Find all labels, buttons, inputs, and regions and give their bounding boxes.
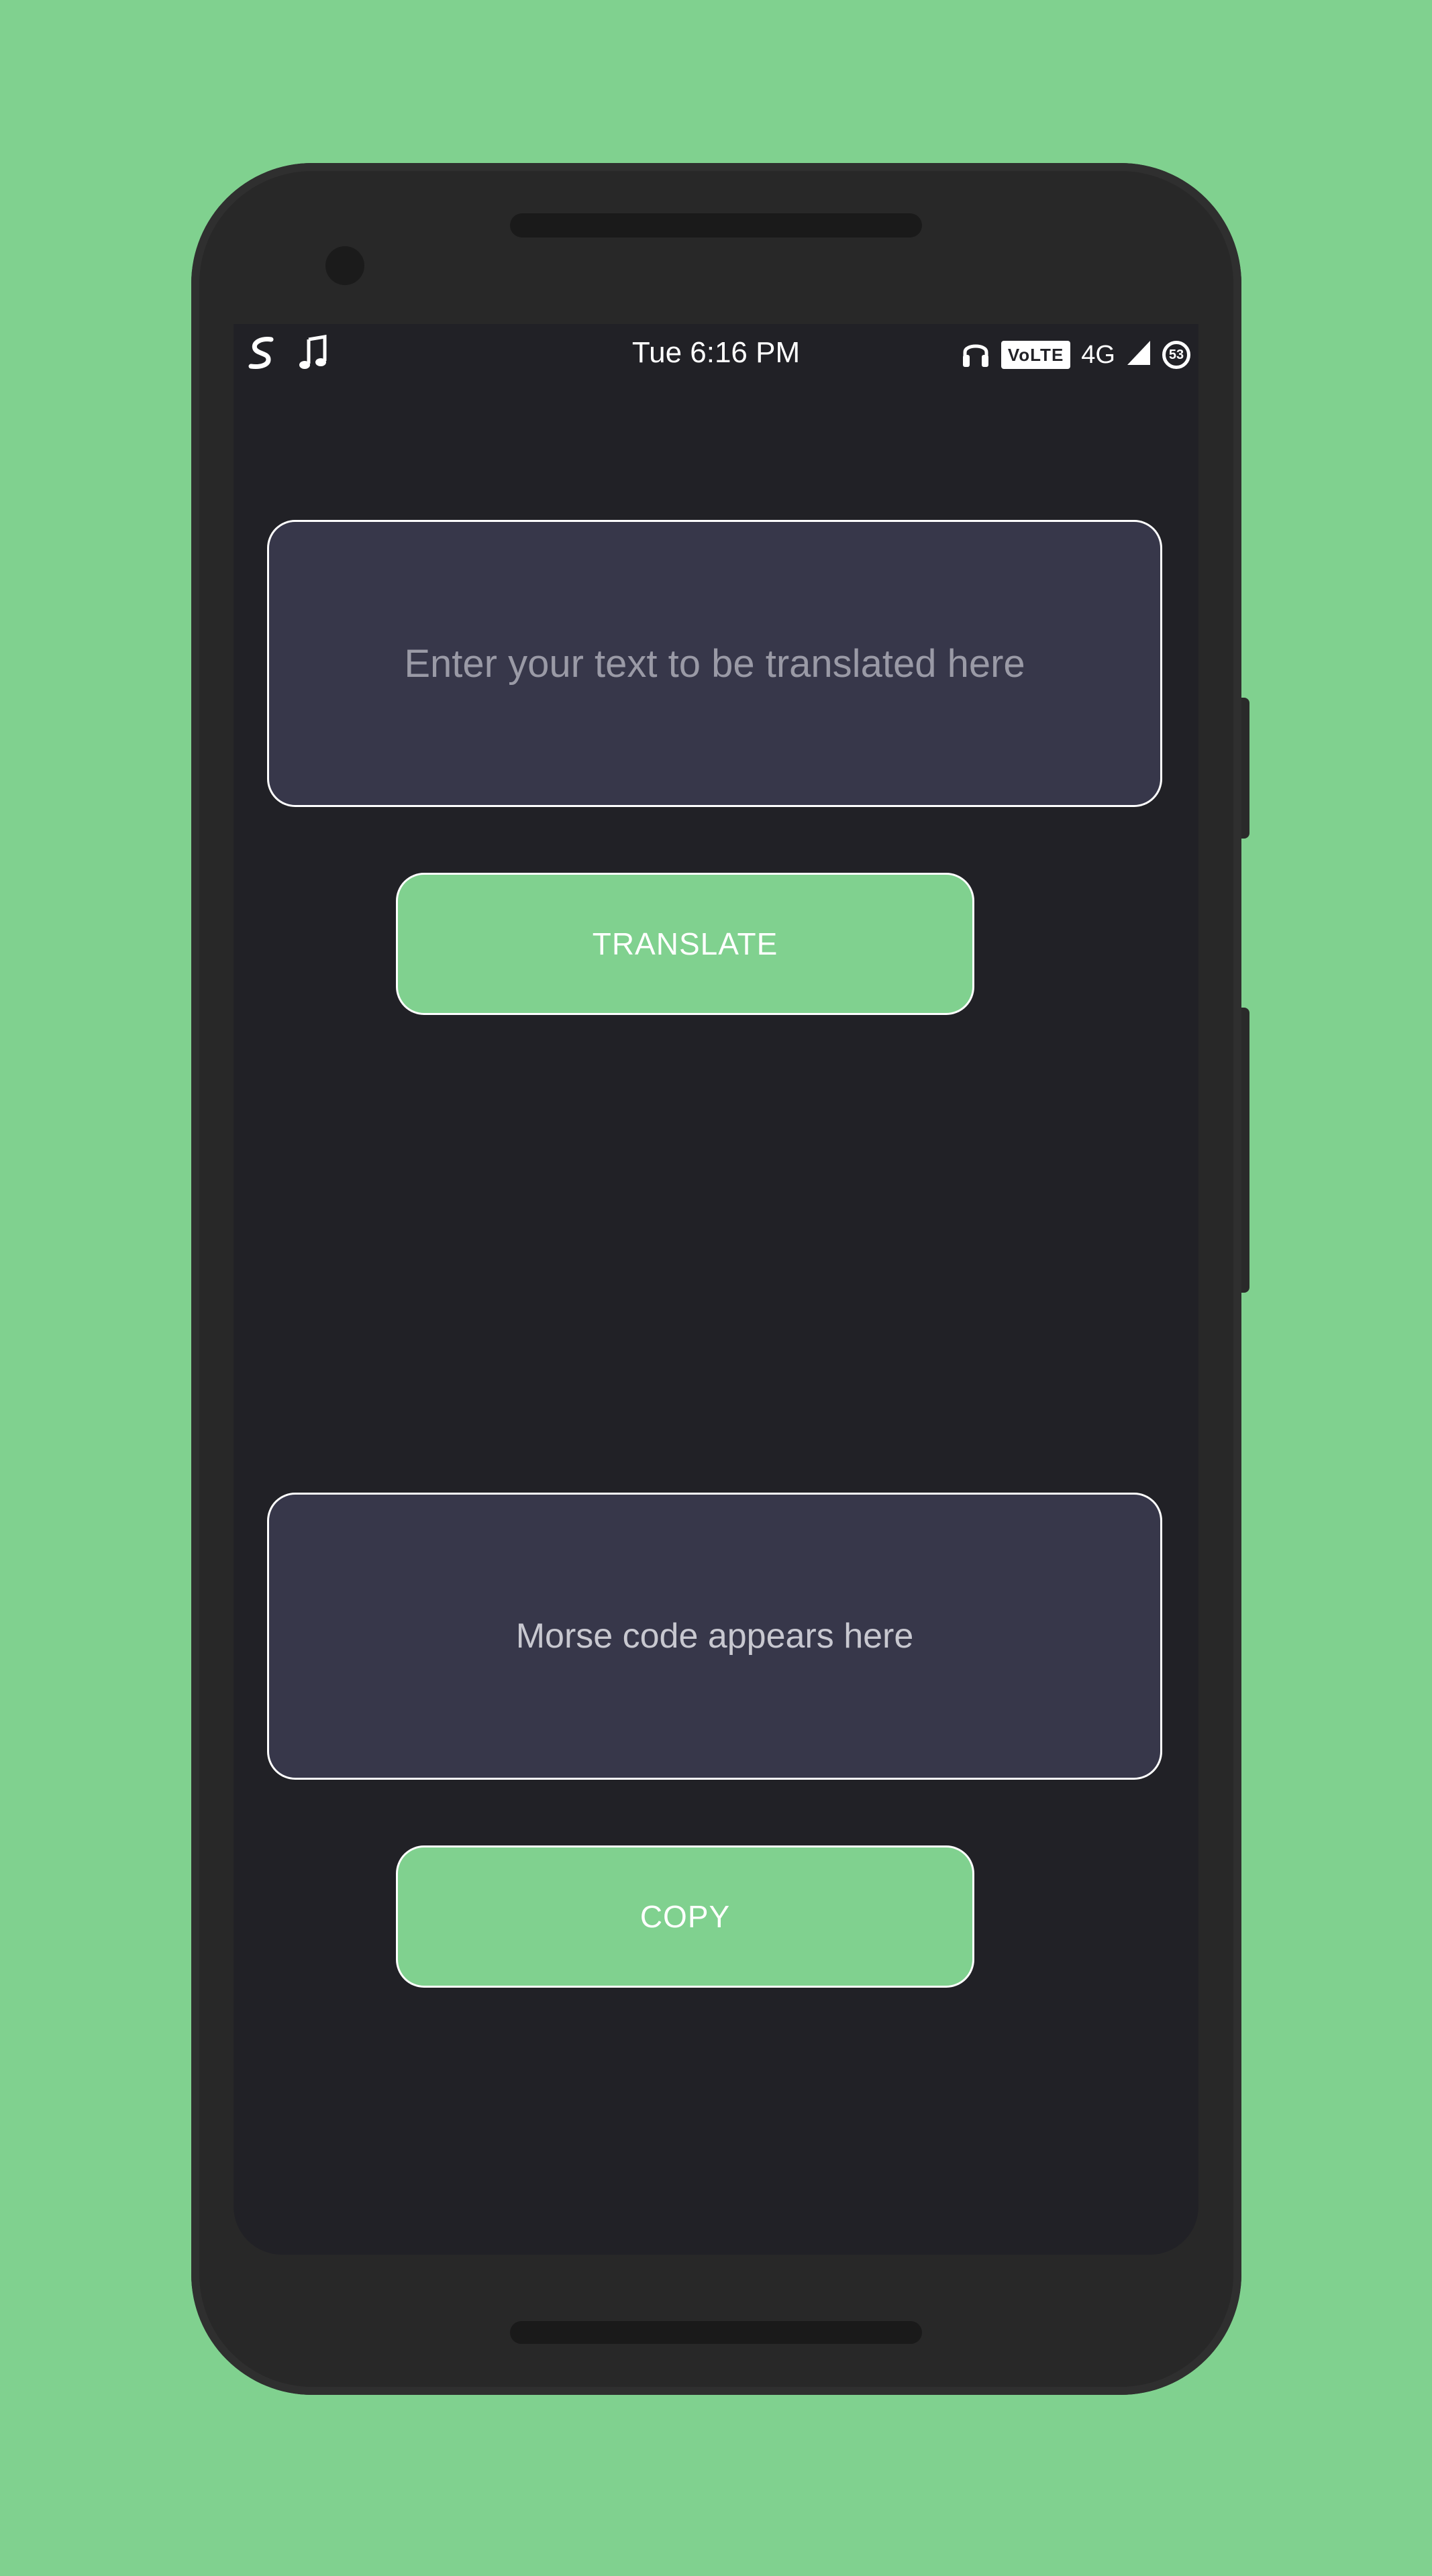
earpiece-speaker: [510, 213, 922, 237]
status-right-icons: VoLTE 4G 53: [961, 336, 1190, 373]
bottom-speaker: [510, 2321, 922, 2344]
translate-button[interactable]: TRANSLATE: [396, 873, 974, 1015]
copy-button[interactable]: COPY: [396, 1845, 974, 1988]
status-bar: Tue 6:16 PM VoLTE 4G 53: [234, 324, 1198, 382]
headphones-icon: [961, 336, 990, 373]
network-type-label: 4G: [1081, 340, 1115, 369]
output-placeholder: Morse code appears here: [515, 1617, 914, 1656]
morse-output-field: Morse code appears here: [267, 1493, 1162, 1780]
copy-button-label: COPY: [640, 1899, 731, 1934]
translate-button-label: TRANSLATE: [592, 926, 778, 961]
input-placeholder: Enter your text to be translated here: [404, 641, 1025, 686]
text-input-field[interactable]: Enter your text to be translated here: [267, 520, 1162, 807]
front-camera-icon: [325, 246, 364, 285]
volume-button: [1240, 698, 1249, 839]
page-background: Tue 6:16 PM VoLTE 4G 53 Enter your text …: [0, 0, 1432, 2576]
signal-icon: [1126, 339, 1152, 370]
phone-screen: Tue 6:16 PM VoLTE 4G 53 Enter your text …: [234, 324, 1198, 2255]
battery-icon: 53: [1162, 340, 1190, 369]
volte-badge: VoLTE: [1001, 340, 1071, 369]
power-button: [1240, 1008, 1249, 1293]
